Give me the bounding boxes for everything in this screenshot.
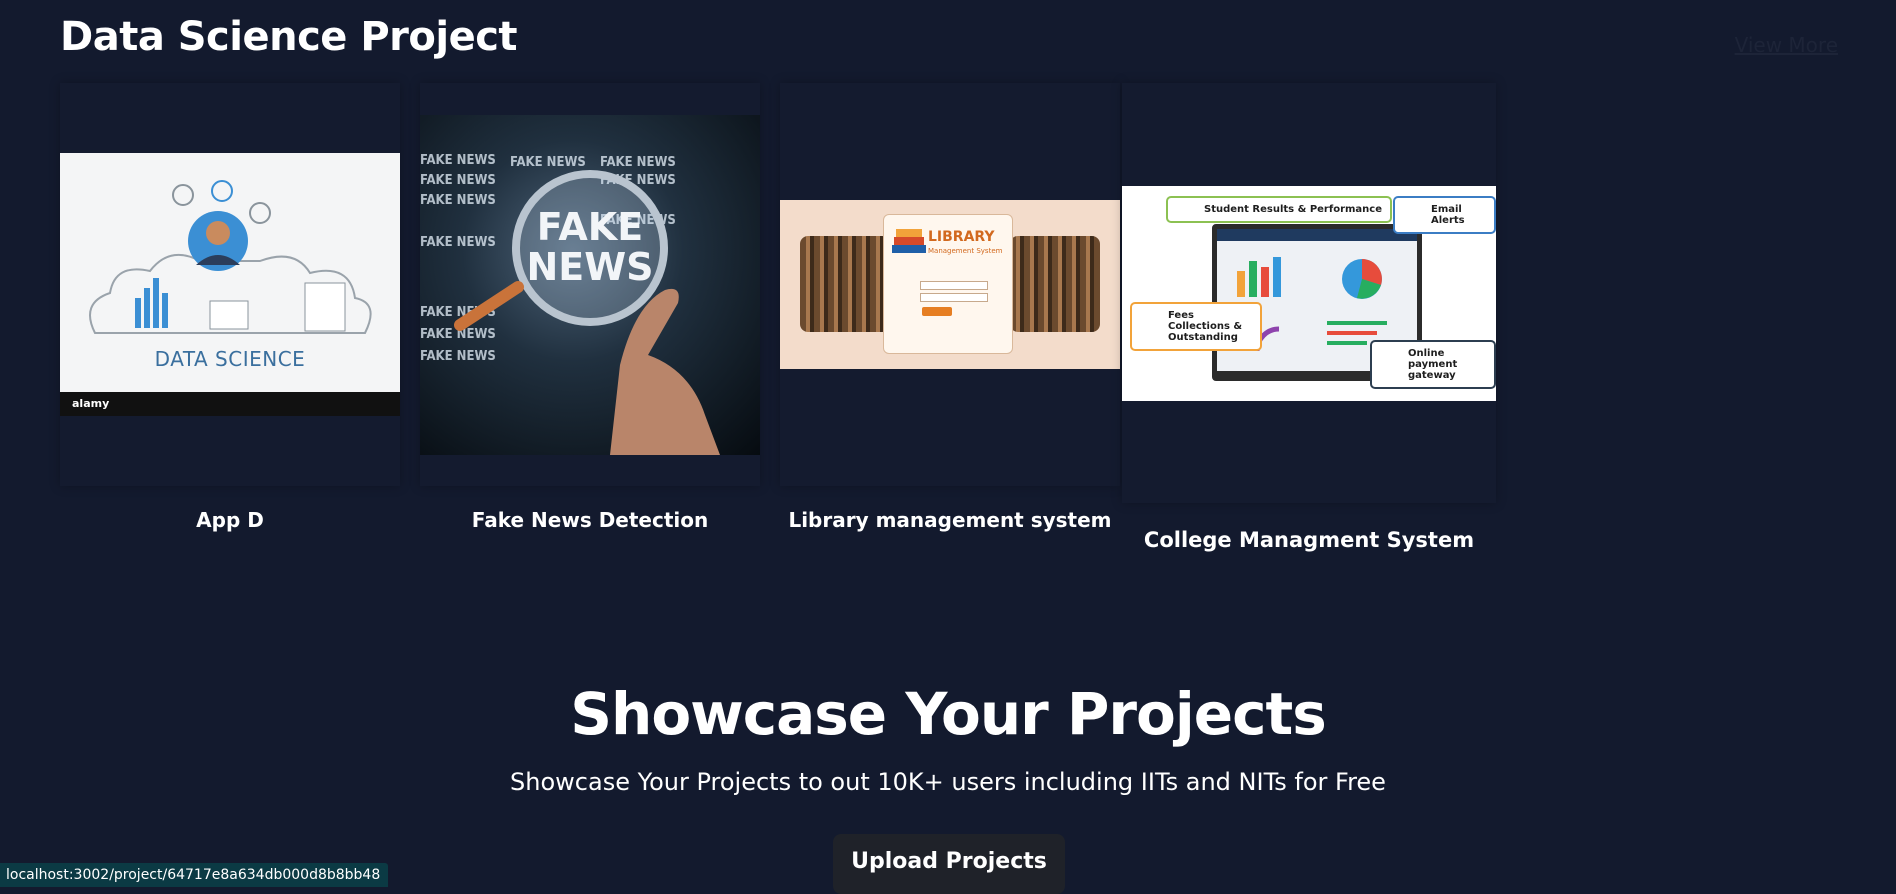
login-button-graphic [922, 307, 952, 316]
library-login-panel: LIBRARY Management System [883, 214, 1013, 354]
project-card-title[interactable]: College Managment System [1122, 528, 1496, 552]
project-card-image-frame: FAKE NEWS FAKE NEWS FAKE NEWS FAKE NEWS … [420, 83, 760, 486]
project-card-image-frame: Student Results & Performance Email Aler… [1122, 83, 1496, 503]
project-card-image-frame: DATA SCIENCE alamy [60, 83, 400, 486]
alamy-watermark: alamy [60, 392, 400, 416]
library-logo-subtitle: Management System [928, 247, 1003, 255]
bookshelf-left [800, 236, 890, 332]
pointing-hand-graphic [454, 280, 720, 455]
project-card-title[interactable]: Fake News Detection [420, 508, 760, 532]
library-system-image: LIBRARY Management System [780, 200, 1120, 369]
data-science-graphic [89, 180, 372, 334]
college-system-image: Student Results & Performance Email Aler… [1122, 185, 1496, 401]
upload-projects-button[interactable]: Upload Projects [833, 834, 1065, 894]
project-card-fake-news[interactable]: FAKE NEWS FAKE NEWS FAKE NEWS FAKE NEWS … [420, 83, 760, 543]
project-card-title[interactable]: App D [60, 508, 400, 532]
callout-student-results: Student Results & Performance [1166, 195, 1393, 223]
project-card-college[interactable]: Student Results & Performance Email Aler… [1122, 83, 1496, 563]
showcase-title: Showcase Your Projects [570, 680, 1326, 748]
project-card-library[interactable]: LIBRARY Management System Library manage… [780, 83, 1120, 543]
project-card-title[interactable]: Library management system [780, 508, 1120, 532]
data-science-illustration: DATA SCIENCE alamy [60, 153, 400, 416]
library-logo-title: LIBRARY [928, 229, 995, 245]
status-bar-url: localhost:3002/project/64717e8a634db000d… [0, 863, 389, 887]
project-card-image-frame: LIBRARY Management System [780, 83, 1120, 486]
data-science-caption: DATA SCIENCE [154, 347, 306, 371]
password-field-graphic [920, 293, 988, 302]
books-icon [892, 229, 926, 253]
project-card-app-d[interactable]: DATA SCIENCE alamy App D [60, 83, 400, 543]
callout-email-alerts: Email Alerts [1393, 195, 1496, 234]
callout-fees-collections: Fees Collections & Outstanding [1130, 301, 1262, 351]
fake-news-image: FAKE NEWS FAKE NEWS FAKE NEWS FAKE NEWS … [420, 114, 760, 455]
callout-online-payment: Online payment gateway [1370, 339, 1496, 389]
showcase-subtitle: Showcase Your Projects to out 10K+ users… [510, 768, 1386, 796]
bookshelf-right [1010, 236, 1100, 332]
username-field-graphic [920, 281, 988, 290]
section-title: Data Science Project [60, 14, 518, 60]
view-more-link[interactable]: View More [1735, 33, 1838, 57]
